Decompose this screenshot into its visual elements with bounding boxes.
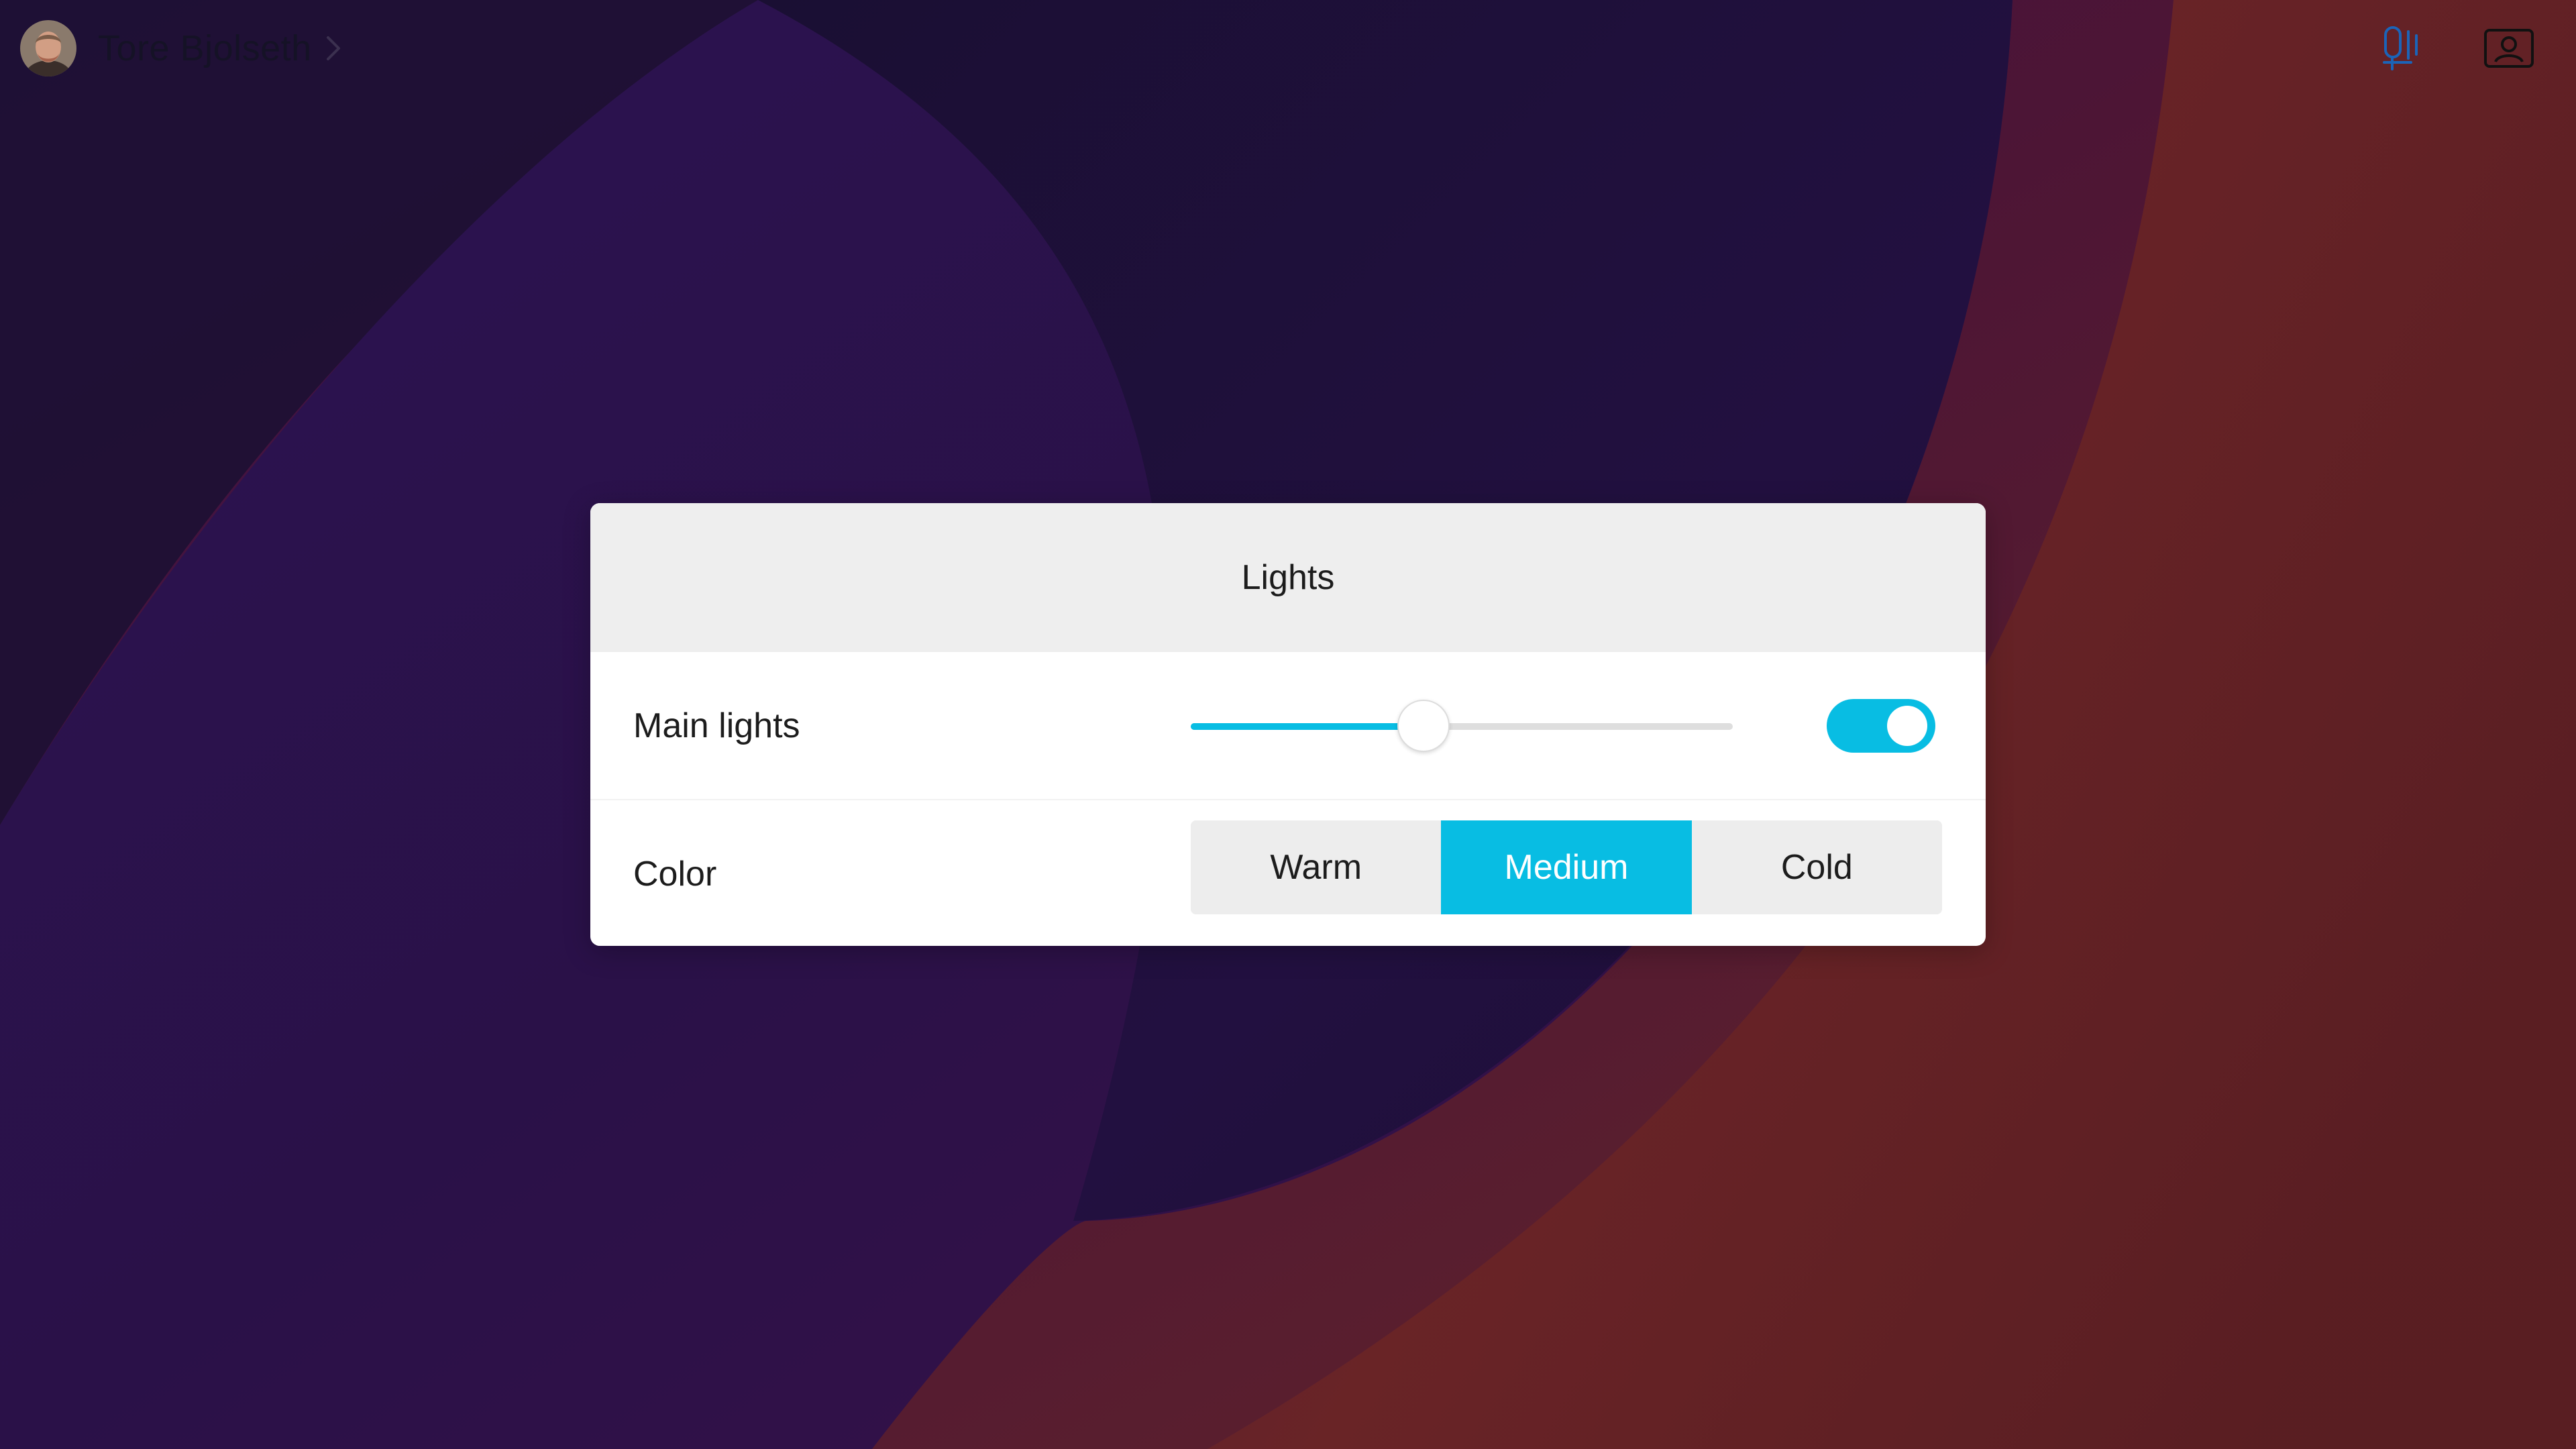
slider-track xyxy=(1191,722,1733,730)
selfview-button[interactable] xyxy=(2482,20,2536,76)
panel-title: Lights xyxy=(1241,558,1335,597)
toggle-knob xyxy=(1887,705,1927,746)
color-option-medium[interactable]: Medium xyxy=(1441,820,1692,914)
color-label: Color xyxy=(633,854,717,894)
slider-thumb[interactable] xyxy=(1397,699,1450,752)
top-right-controls xyxy=(2376,20,2536,76)
color-option-cold[interactable]: Cold xyxy=(1691,820,1942,914)
slider-fill xyxy=(1191,722,1424,730)
user-name: Tore Bjolseth xyxy=(98,28,312,68)
chevron-right-icon xyxy=(325,34,343,63)
microphone-icon xyxy=(2383,26,2418,70)
color-row: Color Warm Medium Cold xyxy=(590,799,1986,946)
user-avatar xyxy=(20,20,76,76)
selfview-icon xyxy=(2484,29,2534,68)
lights-panel: Lights Main lights Color Warm Medium Col… xyxy=(590,503,1986,946)
main-lights-slider[interactable] xyxy=(1191,696,1733,756)
microphone-button[interactable] xyxy=(2376,20,2430,76)
lights-panel-header: Lights xyxy=(590,503,1986,652)
main-lights-row: Main lights xyxy=(590,652,1986,799)
color-option-warm[interactable]: Warm xyxy=(1191,820,1442,914)
user-profile-chip[interactable]: Tore Bjolseth xyxy=(20,20,343,76)
screen: Tore Bjolseth Lights Main lights Color W… xyxy=(0,0,2576,1449)
color-segmented-control: Warm Medium Cold xyxy=(1191,820,1942,914)
main-lights-toggle[interactable] xyxy=(1827,698,1935,753)
main-lights-label: Main lights xyxy=(633,706,800,745)
